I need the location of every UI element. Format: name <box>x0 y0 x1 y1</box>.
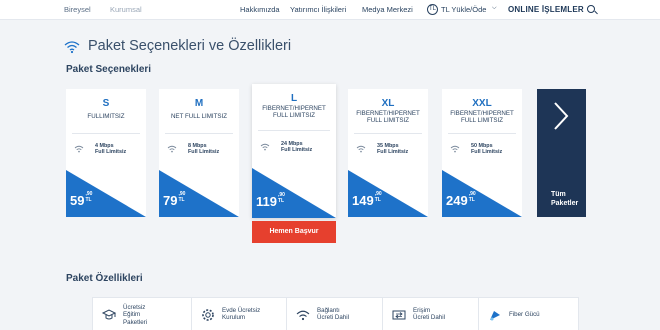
nav-about-link[interactable]: Hakkımızda <box>240 5 280 14</box>
price-currency: TL <box>374 196 381 203</box>
package-speed: 50 Mbps Full Limitsiz <box>471 143 502 155</box>
topup-pay-link[interactable]: TL Yükle/Öde <box>441 5 486 14</box>
package-speed: 24 Mbps Full Limitsiz <box>281 141 312 153</box>
package-price: 79,90 TL <box>163 191 185 208</box>
price-currency: TL <box>468 196 475 203</box>
all-packages-line2: Paketler <box>551 200 579 207</box>
price-integer: 79 <box>163 193 178 208</box>
wifi-icon <box>64 41 80 54</box>
speed-wifi-icon <box>167 145 177 153</box>
price-currency: TL <box>85 196 92 203</box>
price-currency: TL <box>277 197 285 204</box>
package-card-s[interactable]: S FULLIMITSIZ 4 Mbps Full Limitsiz 59,90 T… <box>66 89 146 217</box>
page-title: Paket Seçenekleri ve Özellikleri <box>88 38 292 54</box>
speed-quota: Full Limitsiz <box>471 149 503 156</box>
feature-label: Bağlantı Ücreti Dahil <box>317 307 349 322</box>
all-packages-button[interactable]: Tüm Paketler <box>537 89 586 217</box>
package-type: NET FULL LIMITSIZ <box>170 113 228 120</box>
package-type: FIBERNET/HIPERNET FULL LIMITSIZ <box>356 110 420 124</box>
online-transactions-link[interactable]: ONLINE İŞLEMLER <box>508 5 584 14</box>
speed-wifi-icon <box>356 145 366 153</box>
package-speed: 8 Mbps Full Limitsiz <box>188 143 219 155</box>
divider <box>354 133 422 134</box>
divider <box>72 133 140 134</box>
feature-label-line1: Bağlantı <box>317 307 340 314</box>
speed-wifi-icon <box>74 145 84 153</box>
package-card-xl[interactable]: XL FIBERNET/HIPERNET FULL LIMITSIZ 35 Mb… <box>348 89 428 217</box>
package-price: 119,90 TL <box>256 192 285 209</box>
feature-label: Ücretsiz Eğitim Paketleri <box>123 304 147 326</box>
feature-label-line2: Ücreti Dahil <box>317 314 349 322</box>
feature-free-training[interactable]: Ücretsiz Eğitim Paketleri <box>92 297 193 330</box>
nav-media-center-link[interactable]: Medya Merkezi <box>362 5 413 14</box>
package-size: XXL <box>472 98 492 109</box>
feature-label-line2: Ücreti Dahil <box>413 314 445 322</box>
divider <box>165 133 233 134</box>
feature-label-line2: Kurulum <box>222 314 246 322</box>
feature-connection-fee[interactable]: Bağlantı Ücreti Dahil <box>286 297 387 330</box>
search-icon[interactable] <box>587 5 595 13</box>
feature-label-line3: Paketleri <box>123 318 148 326</box>
apply-now-button[interactable]: Hemen Başvur <box>252 221 336 243</box>
feature-label-line1: Evde Ücretsiz <box>222 307 261 314</box>
feature-label: Fiber Gücü <box>509 311 540 318</box>
package-card-xxl[interactable]: XXL FIBERNET/HIPERNET FULL LIMITSIZ 50 M… <box>442 89 522 217</box>
package-price: 59,90 TL <box>70 191 92 208</box>
speed-wifi-icon <box>260 143 270 151</box>
packages-section-title: Paket Seçenekleri <box>66 64 152 75</box>
package-card-l[interactable]: L FIBERNET/HIPERNET FULL LIMITSIZ 24 Mbp… <box>252 84 336 218</box>
feature-label: Erişim Ücreti Dahil <box>413 307 445 322</box>
all-packages-label: Tüm Paketler <box>551 190 578 208</box>
tl-globe-icon: TL <box>427 4 438 15</box>
divider <box>448 133 516 134</box>
speed-quota: Full Limitsiz <box>281 147 313 154</box>
package-type: FULLIMITSIZ <box>87 113 125 120</box>
price-integer: 149 <box>352 193 374 208</box>
package-size: S <box>102 98 110 109</box>
speed-quota: Full Limitsiz <box>377 149 409 156</box>
package-size: L <box>290 93 298 104</box>
package-type: FIBERNET/HIPERNET FULL LIMITSIZ <box>262 105 326 119</box>
package-speed: 4 Mbps Full Limitsiz <box>95 143 126 155</box>
fiber-icon <box>490 311 500 321</box>
feature-label-line2: Eğitim <box>123 311 141 319</box>
chevron-down-icon[interactable]: ⌵ <box>492 5 497 12</box>
wifi-icon <box>296 310 310 321</box>
segment-personal-link[interactable]: Bireysel <box>64 5 91 14</box>
segment-corporate-link[interactable]: Kurumsal <box>110 5 142 14</box>
speed-quota: Full Limitsiz <box>188 149 220 156</box>
package-card-m[interactable]: M NET FULL LIMITSIZ 8 Mbps Full Limitsiz … <box>159 89 239 217</box>
speed-wifi-icon <box>450 145 460 153</box>
feature-access-fee[interactable]: Erişim Ücreti Dahil <box>382 297 483 330</box>
speed-quota: Full Limitsiz <box>95 149 127 156</box>
package-price: 149,90 TL <box>352 191 382 208</box>
top-navigation-bar: Bireysel Kurumsal Hakkımızda Yatırımcı İ… <box>0 0 660 20</box>
divider <box>258 130 330 131</box>
all-packages-line1: Tüm <box>551 191 566 198</box>
feature-fiber-power[interactable]: Fiber Gücü <box>478 297 579 330</box>
price-integer: 249 <box>446 193 468 208</box>
features-section-title: Paket Özellikleri <box>66 273 143 284</box>
feature-free-installation[interactable]: Evde Ücretsiz Kurulum <box>191 297 292 330</box>
chevron-right-icon <box>554 102 569 130</box>
feature-label-line1: Erişim <box>413 307 431 314</box>
transfer-icon <box>392 310 406 320</box>
package-speed: 35 Mbps Full Limitsiz <box>377 143 408 155</box>
feature-label: Evde Ücretsiz Kurulum <box>222 307 260 322</box>
package-size: M <box>194 98 204 109</box>
price-integer: 59 <box>70 193 85 208</box>
price-triangle <box>252 168 336 218</box>
gear-icon <box>202 309 214 321</box>
feature-label-line1: Ücretsiz <box>123 304 146 311</box>
package-price: 249,90 TL <box>446 191 476 208</box>
training-icon <box>101 309 117 320</box>
nav-investor-relations-link[interactable]: Yatırımcı İlişkileri <box>290 5 346 14</box>
package-size: XL <box>381 98 395 109</box>
feature-label-line1: Fiber Gücü <box>509 311 540 318</box>
price-integer: 119 <box>256 194 277 209</box>
package-type: FIBERNET/HIPERNET FULL LIMITSIZ <box>450 110 514 124</box>
price-currency: TL <box>178 196 185 203</box>
